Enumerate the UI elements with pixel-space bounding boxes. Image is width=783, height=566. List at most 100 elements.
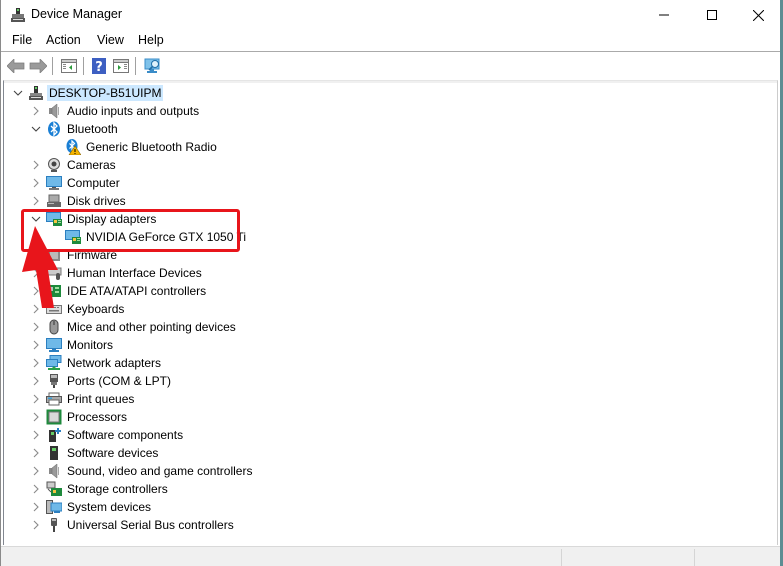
help-icon: ? bbox=[92, 58, 106, 74]
tree-node-label: Disk drives bbox=[67, 194, 126, 208]
chevron-down-icon[interactable] bbox=[12, 84, 24, 102]
arrow-right-icon bbox=[29, 59, 47, 73]
status-bar bbox=[1, 546, 780, 566]
software-device-icon bbox=[46, 445, 62, 461]
speaker-icon bbox=[46, 103, 62, 119]
chevron-right-icon[interactable] bbox=[30, 408, 42, 426]
chevron-right-icon[interactable] bbox=[30, 426, 42, 444]
processor-icon bbox=[46, 409, 62, 425]
chevron-right-icon[interactable] bbox=[30, 102, 42, 120]
chevron-right-icon[interactable] bbox=[30, 480, 42, 498]
tree-category-network-adapters[interactable]: Network adapters bbox=[4, 354, 777, 372]
chevron-right-icon[interactable] bbox=[30, 318, 42, 336]
device-manager-window: Device Manager File Action View Help ? D… bbox=[0, 0, 780, 566]
tree-category-software-devices[interactable]: Software devices bbox=[4, 444, 777, 462]
chevron-right-icon[interactable] bbox=[30, 462, 42, 480]
chevron-right-icon[interactable] bbox=[30, 516, 42, 534]
chevron-right-icon[interactable] bbox=[30, 282, 42, 300]
tree-category-display-adapters[interactable]: Display adapters bbox=[4, 210, 777, 228]
tree-device-generic-bluetooth-radio[interactable]: Generic Bluetooth Radio bbox=[4, 138, 777, 156]
disk-drive-icon bbox=[46, 193, 62, 209]
chevron-right-icon[interactable] bbox=[30, 300, 42, 318]
firmware-icon bbox=[46, 247, 62, 263]
chevron-right-icon[interactable] bbox=[30, 264, 42, 282]
chevron-right-icon[interactable] bbox=[30, 156, 42, 174]
toolbar: ? bbox=[1, 53, 780, 79]
tree-node-label: Computer bbox=[67, 176, 120, 190]
computer-monitor-icon bbox=[46, 175, 62, 191]
scan-hardware-changes-button[interactable] bbox=[143, 56, 163, 76]
status-bar-separator bbox=[561, 549, 562, 566]
forward-button[interactable] bbox=[28, 56, 48, 76]
tree-category-monitors[interactable]: Monitors bbox=[4, 336, 777, 354]
tree-category-system-devices[interactable]: System devices bbox=[4, 498, 777, 516]
chevron-right-icon[interactable] bbox=[30, 498, 42, 516]
tree-category-firmware[interactable]: Firmware bbox=[4, 246, 777, 264]
tree-category-ports-com-lpt[interactable]: Ports (COM & LPT) bbox=[4, 372, 777, 390]
back-button[interactable] bbox=[6, 56, 26, 76]
chevron-right-icon[interactable] bbox=[30, 246, 42, 264]
tree-category-universal-serial-bus-controllers[interactable]: Universal Serial Bus controllers bbox=[4, 516, 777, 534]
display-adapter-icon bbox=[65, 229, 81, 245]
chevron-right-icon[interactable] bbox=[30, 444, 42, 462]
tree-category-software-components[interactable]: Software components bbox=[4, 426, 777, 444]
chevron-right-icon[interactable] bbox=[30, 192, 42, 210]
menu-help[interactable]: Help bbox=[138, 33, 164, 47]
tree-node-label: Bluetooth bbox=[67, 122, 118, 136]
chevron-right-icon[interactable] bbox=[30, 174, 42, 192]
tree-node-label: Network adapters bbox=[67, 356, 162, 370]
tree-category-bluetooth[interactable]: Bluetooth bbox=[4, 120, 777, 138]
show-hide-console-tree-button[interactable] bbox=[59, 56, 79, 76]
tree-category-mice-and-other-pointing-devices[interactable]: Mice and other pointing devices bbox=[4, 318, 777, 336]
chevron-down-icon[interactable] bbox=[30, 120, 42, 138]
menu-bar: File Action View Help bbox=[1, 30, 780, 52]
tree-category-audio-inputs-and-outputs[interactable]: Audio inputs and outputs bbox=[4, 102, 777, 120]
show-action-pane-button[interactable] bbox=[111, 56, 131, 76]
usb-icon bbox=[46, 517, 62, 533]
tree-node-label: Keyboards bbox=[67, 302, 125, 316]
tree-node-label: NVIDIA GeForce GTX 1050 Ti bbox=[86, 230, 247, 244]
chevron-right-icon[interactable] bbox=[30, 354, 42, 372]
console-tree-icon bbox=[61, 59, 77, 73]
tree-category-disk-drives[interactable]: Disk drives bbox=[4, 192, 777, 210]
tree-node-label: Print queues bbox=[67, 392, 135, 406]
system-devices-icon bbox=[46, 499, 63, 515]
window-title: Device Manager bbox=[31, 7, 123, 21]
camera-icon bbox=[46, 157, 62, 173]
speaker-icon bbox=[46, 463, 62, 479]
close-button[interactable] bbox=[735, 0, 781, 30]
menu-view[interactable]: View bbox=[97, 33, 124, 47]
chevron-right-icon[interactable] bbox=[30, 390, 42, 408]
tree-category-storage-controllers[interactable]: Storage controllers bbox=[4, 480, 777, 498]
chevron-right-icon[interactable] bbox=[30, 336, 42, 354]
display-adapter-icon bbox=[46, 211, 62, 227]
maximize-button[interactable] bbox=[689, 0, 735, 30]
menu-file[interactable]: File bbox=[12, 33, 32, 47]
device-tree[interactable]: DESKTOP-B51UIPM Audio inputs and outputs B… bbox=[3, 80, 778, 545]
bluetooth-icon bbox=[46, 121, 62, 137]
tree-node-label: IDE ATA/ATAPI controllers bbox=[67, 284, 207, 298]
tree-category-sound-video-and-game-controllers[interactable]: Sound, video and game controllers bbox=[4, 462, 777, 480]
tree-category-cameras[interactable]: Cameras bbox=[4, 156, 777, 174]
tree-node-label: Software components bbox=[67, 428, 184, 442]
device-manager-app-icon bbox=[11, 8, 25, 22]
keyboard-icon bbox=[46, 301, 62, 317]
chevron-right-icon[interactable] bbox=[30, 372, 42, 390]
tree-device-nvidia-geforce-gtx-1050-ti[interactable]: NVIDIA GeForce GTX 1050 Ti bbox=[4, 228, 777, 246]
tree-node-label: Cameras bbox=[67, 158, 116, 172]
tree-category-print-queues[interactable]: Print queues bbox=[4, 390, 777, 408]
tree-category-computer[interactable]: Computer bbox=[4, 174, 777, 192]
chevron-down-icon[interactable] bbox=[30, 210, 42, 228]
tree-root-node[interactable]: DESKTOP-B51UIPM bbox=[4, 84, 777, 102]
tree-category-ide-ata-atapi-controllers[interactable]: IDE ATA/ATAPI controllers bbox=[4, 282, 777, 300]
tree-category-human-interface-devices[interactable]: Human Interface Devices bbox=[4, 264, 777, 282]
svg-text:?: ? bbox=[95, 60, 103, 74]
help-button[interactable]: ? bbox=[89, 56, 109, 76]
tree-category-keyboards[interactable]: Keyboards bbox=[4, 300, 777, 318]
tree-node-label: Ports (COM & LPT) bbox=[67, 374, 172, 388]
storage-controller-icon bbox=[46, 481, 62, 497]
minimize-button[interactable] bbox=[641, 0, 687, 30]
maximize-icon bbox=[707, 10, 717, 20]
tree-category-processors[interactable]: Processors bbox=[4, 408, 777, 426]
menu-action[interactable]: Action bbox=[46, 33, 81, 47]
